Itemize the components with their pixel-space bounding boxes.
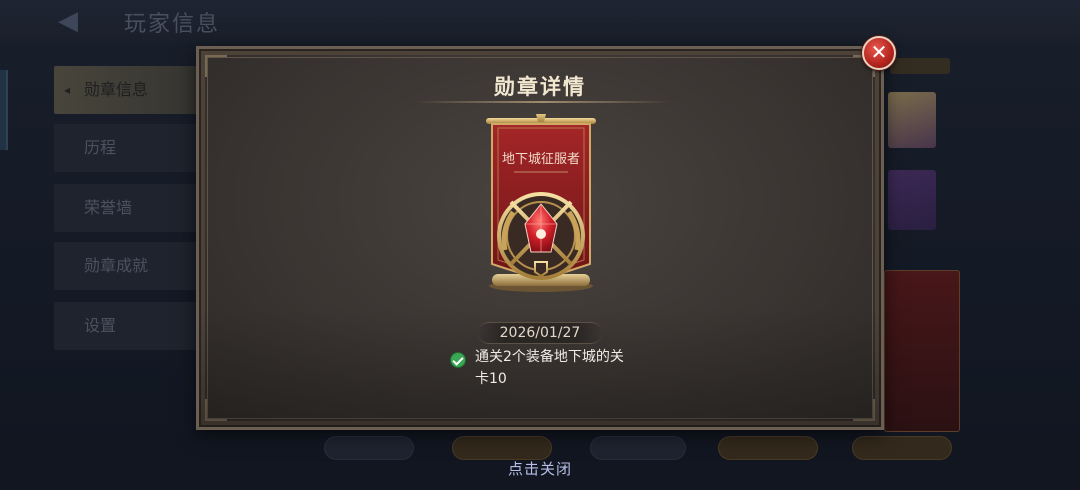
frame-corner (205, 399, 227, 421)
tap-to-close-hint[interactable]: 点击关闭 (0, 458, 1080, 479)
medal-art (497, 192, 585, 280)
medal-emblem (487, 190, 595, 290)
game-screen: ◀ 玩家信息 勋章信息 历程 荣誉墙 勋章成就 设置 勋章详情 (0, 0, 1080, 490)
requirement-text: 通关2个装备地下城的关卡10 (475, 349, 624, 387)
close-icon: ✕ (870, 40, 888, 64)
title-divider (415, 101, 671, 103)
frame-corner (853, 399, 875, 421)
dialog-title: 勋章详情 (494, 75, 586, 99)
close-button[interactable]: ✕ (862, 36, 896, 70)
medal-date: 2026/01/27 (478, 322, 602, 344)
medal-name: 地下城征服者 (501, 152, 580, 167)
check-icon (450, 352, 466, 368)
